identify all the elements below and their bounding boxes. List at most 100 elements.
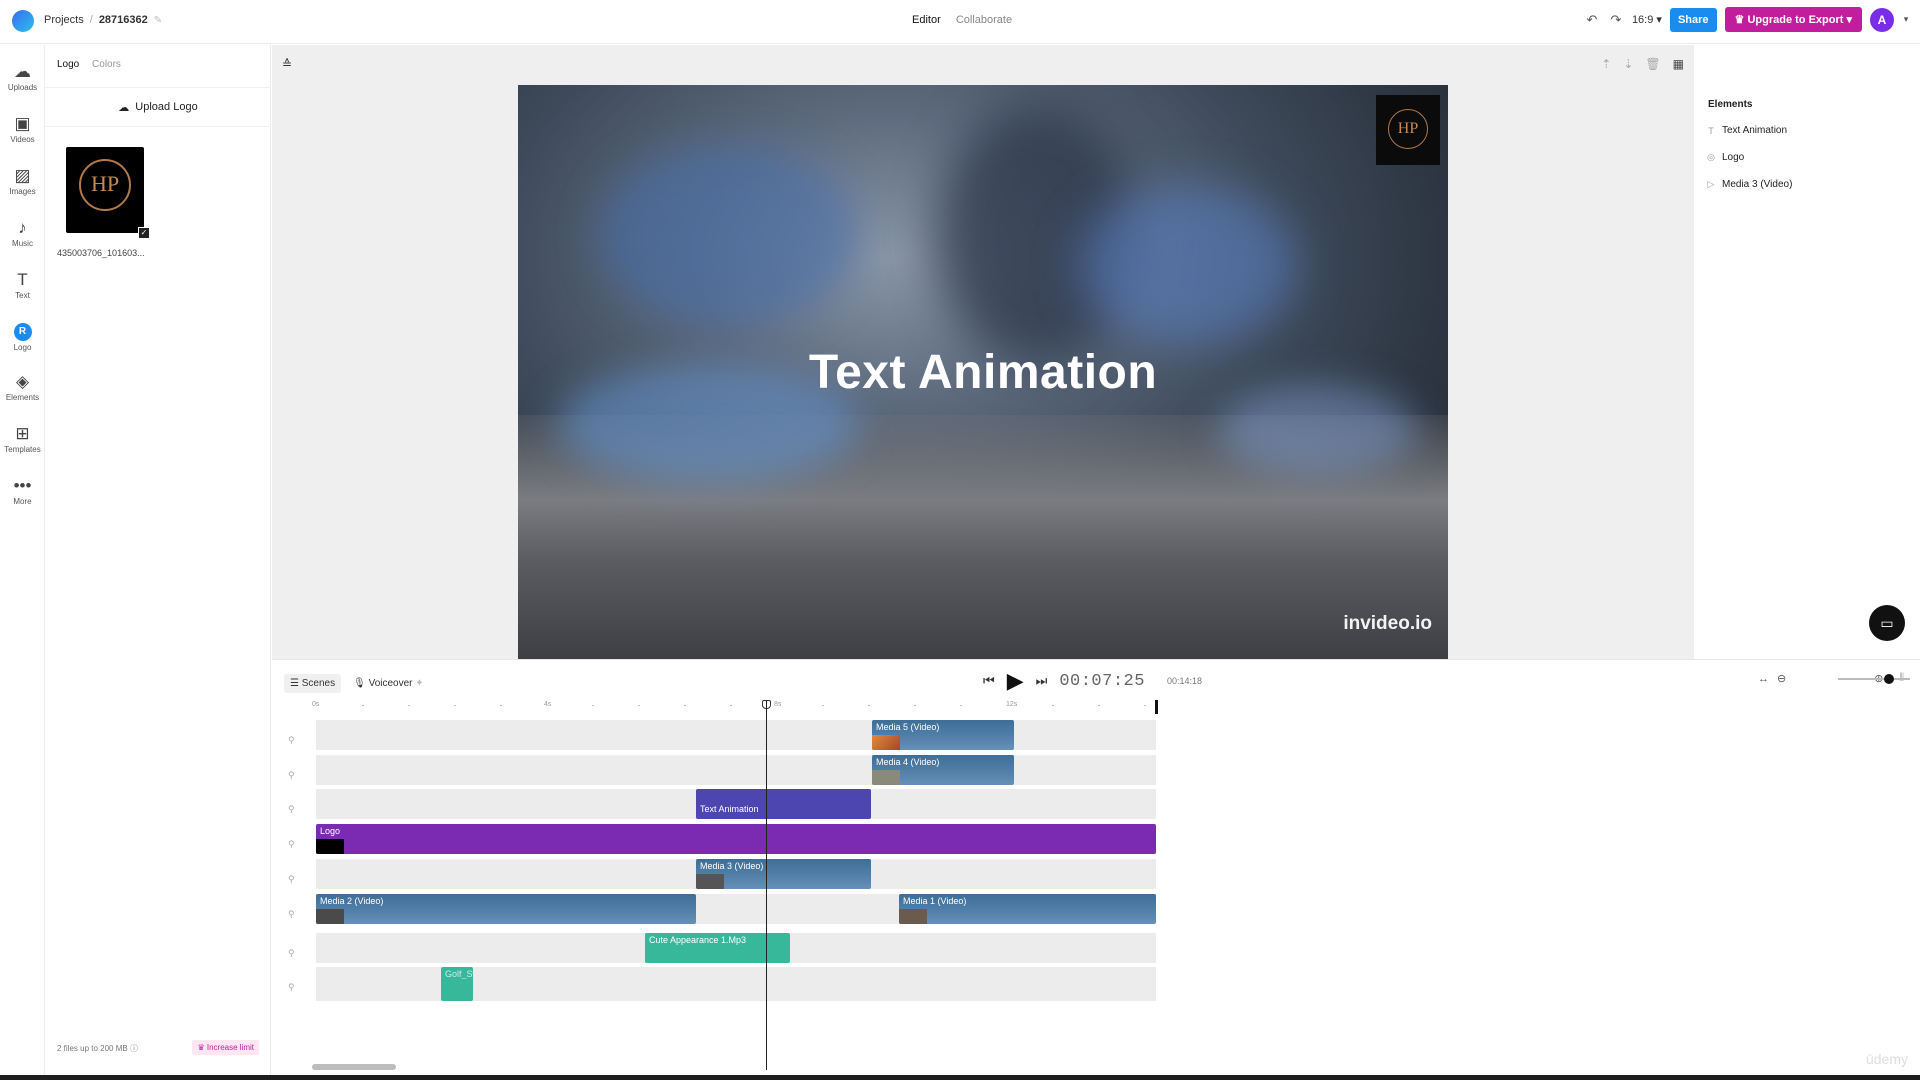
clip-label: Media 5 (Video) (876, 722, 940, 732)
rail-label-images: Images (9, 187, 36, 196)
ruler-label: 8s (774, 701, 782, 708)
rail-item-uploads[interactable]: ☁ Uploads (0, 61, 45, 92)
clip-text-animation[interactable]: Text Animation (696, 789, 871, 819)
timeline-scrollbar[interactable] (312, 1064, 396, 1070)
track-lock-icon[interactable]: ⚲ (288, 909, 295, 920)
chevron-down-icon: ▾ (1656, 14, 1662, 26)
tab-logo[interactable]: Logo (57, 59, 79, 70)
logo-thumbnail[interactable]: HP (66, 147, 144, 233)
increase-limit-button[interactable]: ♛ Increase limit (192, 1040, 259, 1055)
rail-item-logo[interactable]: R Logo (0, 321, 45, 352)
track-lock-icon[interactable]: ⚲ (288, 770, 295, 781)
tab-voiceover[interactable]: 🎙 Voiceover ✦ (347, 674, 430, 693)
timeline-end-marker[interactable] (1155, 700, 1158, 714)
skip-back-icon[interactable]: ⏮ (983, 673, 995, 689)
video-icon: ▣ (14, 114, 31, 133)
upload-logo-button[interactable]: ☁ Upload Logo (45, 87, 271, 127)
fit-width-icon[interactable]: ↔ (1758, 673, 1769, 685)
track-lock-icon[interactable]: ⚲ (288, 839, 295, 850)
elements-panel-title: Elements (1708, 99, 1753, 110)
clip-label: Media 2 (Video) (320, 896, 384, 906)
rail-item-images[interactable]: ▨ Images (0, 165, 45, 196)
clip-media3[interactable]: Media 3 (Video) (696, 859, 871, 889)
project-id[interactable]: 28716362 (99, 14, 148, 26)
delete-icon[interactable]: 🗑 (1645, 57, 1660, 71)
rail-label-music: Music (12, 239, 33, 248)
rail-label-uploads: Uploads (7, 83, 38, 92)
element-item-label: Text Animation (1722, 125, 1788, 136)
edit-pencil-icon[interactable]: ✎ (154, 15, 162, 26)
element-item-media3[interactable]: ▷ Media 3 (Video) (1706, 179, 1793, 190)
timeline-zoom: ↔ ⊖ ⊕ ⫴ (1758, 672, 1911, 685)
current-time: 00:07:25 (1059, 671, 1145, 691)
mode-collaborate[interactable]: Collaborate (956, 14, 1012, 26)
canvas-logo[interactable]: HP (1376, 95, 1440, 165)
rail-item-elements[interactable]: ◈ Elements (0, 371, 45, 402)
upload-logo-label: Upload Logo (135, 101, 198, 113)
element-item-text-animation[interactable]: T Text Animation (1706, 125, 1787, 136)
zoom-slider-handle[interactable] (1883, 673, 1894, 684)
rail-item-videos[interactable]: ▣ Videos (0, 113, 45, 144)
logo-panel: Logo Colors ☁ Upload Logo HP ✓ 435003706… (45, 45, 271, 1075)
track-lock-icon[interactable]: ⚲ (288, 948, 295, 959)
undo-icon[interactable]: ↶ (1584, 12, 1600, 28)
send-backward-icon[interactable]: ⇣ (1623, 57, 1633, 71)
share-button[interactable]: Share (1669, 7, 1717, 32)
clip-media5[interactable]: Media 5 (Video) (872, 720, 1014, 750)
zoom-slider[interactable] (1838, 673, 1911, 684)
app-logo[interactable] (12, 10, 34, 32)
play-button[interactable]: ▶ (1007, 668, 1024, 694)
timeline-track: Cute Appearance 1.Mp3 (316, 933, 1156, 963)
chat-support-icon[interactable]: ▭ (1869, 605, 1905, 641)
track-lock-icon[interactable]: ⚲ (288, 874, 295, 885)
canvas-text-animation[interactable]: Text Animation (518, 345, 1448, 400)
checkbox-icon[interactable]: ✓ (138, 227, 150, 239)
timeline-track: Media 4 (Video) (316, 755, 1156, 785)
bottom-edge (0, 1075, 1920, 1080)
rail-label-logo: Logo (13, 343, 32, 352)
playhead[interactable] (766, 700, 767, 1070)
element-item-label: Media 3 (Video) (1722, 179, 1793, 190)
timeline: ☰ Scenes 🎙 Voiceover ✦ ⏮ ▶ ⏭ 00:07:25 00… (272, 659, 1920, 1075)
zoom-out-icon[interactable]: ⊖ (1777, 672, 1786, 685)
clip-thumbnail (316, 909, 344, 924)
redo-icon[interactable]: ↷ (1608, 12, 1624, 28)
bring-forward-icon[interactable]: ⇡ (1601, 57, 1611, 71)
skip-forward-icon[interactable]: ⏭ (1036, 673, 1048, 689)
aspect-ratio-select[interactable]: 16:9 ▾ (1632, 13, 1662, 26)
clip-media4[interactable]: Media 4 (Video) (872, 755, 1014, 785)
grid-icon[interactable]: ▦ (1673, 57, 1684, 71)
clip-media2[interactable]: Media 2 (Video) (316, 894, 696, 924)
canvas-logo-monogram: HP (1388, 109, 1428, 149)
info-icon[interactable]: ⓘ (130, 1044, 138, 1053)
logo-icon: R (13, 323, 32, 341)
time-ruler[interactable]: 0s 4s 8s 12s (312, 700, 1156, 712)
rail-item-templates[interactable]: ⊞ Templates (0, 423, 45, 454)
mode-editor[interactable]: Editor (912, 14, 941, 26)
chevron-down-icon[interactable]: ▾ (1902, 14, 1910, 25)
element-item-logo[interactable]: ◎ Logo (1706, 152, 1744, 163)
rail-item-more[interactable]: ••• More (0, 475, 45, 506)
video-preview[interactable]: Text Animation HP invideo.io (518, 85, 1448, 659)
clip-audio-cute-appearance[interactable]: Cute Appearance 1.Mp3 (645, 933, 790, 963)
rail-item-music[interactable]: ♪ Music (0, 217, 45, 248)
breadcrumb-projects[interactable]: Projects (44, 14, 84, 26)
tab-colors[interactable]: Colors (92, 59, 121, 70)
rail-label-templates: Templates (4, 445, 41, 454)
layer-order-icon[interactable]: ≙ (282, 57, 292, 71)
upgrade-export-button[interactable]: ♛ Upgrade to Export ▾ (1724, 7, 1862, 32)
breadcrumb: Projects/28716362 ✎ (44, 14, 163, 26)
clip-logo[interactable]: Logo (316, 824, 1156, 854)
canvas-area: ≙ ⇡ ⇣ 🗑 ▦ Text Animation HP invideo.io (272, 45, 1694, 659)
rail-item-text[interactable]: T Text (0, 269, 45, 300)
invideo-watermark: invideo.io (1343, 613, 1432, 634)
tab-scenes[interactable]: ☰ Scenes (284, 674, 342, 693)
clip-audio-golf-swing[interactable]: Golf_Swing_Practice.Mp3 (441, 967, 473, 1001)
clip-media1[interactable]: Media 1 (Video) (899, 894, 1156, 924)
rail-label-more: More (13, 497, 32, 506)
avatar[interactable]: A (1870, 7, 1894, 32)
timeline-track: Media 5 (Video) (316, 720, 1156, 750)
track-lock-icon[interactable]: ⚲ (288, 735, 295, 746)
track-lock-icon[interactable]: ⚲ (288, 982, 295, 993)
track-lock-icon[interactable]: ⚲ (288, 804, 295, 815)
